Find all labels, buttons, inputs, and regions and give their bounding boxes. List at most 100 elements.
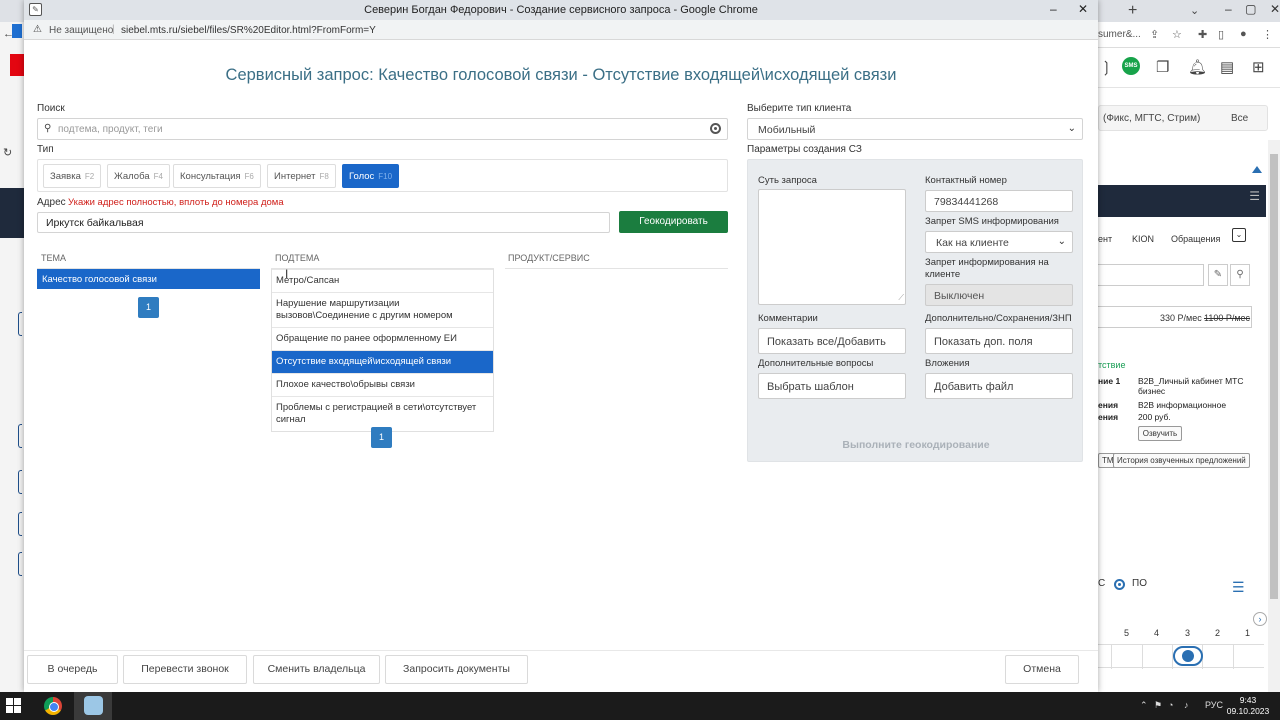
type-voice-button[interactable]: Голос F10 [342,164,400,188]
request-essence-textarea[interactable]: ⟋ [758,189,906,305]
card-icon[interactable]: ▤ [1220,58,1234,76]
left-bracket-decor [18,312,22,336]
contact-number-input[interactable]: 79834441268 [925,190,1073,212]
background-scrollbar[interactable] [1268,140,1280,692]
scrollbar-thumb[interactable] [1270,154,1278,599]
choose-template-button[interactable]: Выбрать шаблон [758,373,906,399]
kv-key: ние 1 [1098,376,1121,386]
subtopic-item[interactable]: Плохое качество\обрывы связи [272,373,493,396]
cancel-button[interactable]: Отмена [1005,655,1079,684]
list-menu-icon[interactable]: ☰ [1232,579,1245,596]
geocode-button[interactable]: Геокодировать [619,211,728,233]
refresh-icon[interactable]: ↻ [3,146,12,159]
extensions-icon[interactable]: ✚ [1198,28,1207,41]
show-extra-fields-button[interactable]: Показать доп. поля [925,328,1073,354]
grid-icon[interactable]: ⊞ [1252,58,1265,76]
tab-search-chevron-icon[interactable]: ⌄ [1190,4,1199,17]
tray-chevron-icon[interactable]: ⌃ [1140,700,1148,711]
subtopic-item[interactable]: Метро/Сапсан [272,269,493,292]
warning-icon[interactable]: ⚠ [33,24,42,35]
windows-icon[interactable]: ❐ [1156,58,1169,76]
chevron-right-icon[interactable]: › [1253,612,1267,626]
taskbar-clock[interactable]: 9:43 09.10.2023 [1224,695,1272,717]
popup-url[interactable]: siebel.mts.ru/siebel/files/SR%20Editor.h… [121,25,376,36]
page-number[interactable]: 3 [1185,628,1190,638]
add-file-button[interactable]: Добавить файл [925,373,1073,399]
tray-network-icon[interactable]: ⚑ [1154,700,1162,711]
background-filter-select[interactable]: (Фикс, МГТС, Стрим) Все [1098,105,1268,131]
tray-volume-icon[interactable]: ♪ [1184,700,1189,710]
address-input[interactable]: Иркутск байкальвая [37,212,610,233]
subtopic-item[interactable]: Нарушение маршрутизации вызовов\Соединен… [272,292,493,327]
agent-avatar-icon[interactable] [1173,646,1203,666]
hotkey-hint: F10 [378,172,393,181]
sms-ban-select[interactable]: Как на клиенте ⌄ [925,231,1073,253]
page-number[interactable]: 4 [1154,628,1159,638]
type-internet-button[interactable]: Интернет F8 [267,164,336,188]
share-icon[interactable]: ⇪ [1150,28,1159,41]
price-current: 330 Р/мес [1160,313,1202,323]
page-number[interactable]: 5 [1124,628,1129,638]
background-address-bar[interactable]: sumer&... ⇪ ☆ ✚ ▯ ● ⋮ [1098,22,1280,48]
security-label[interactable]: Не защищено [49,25,113,36]
type-complaint-button[interactable]: Жалоба F4 [107,164,170,188]
search-input[interactable]: ⚲ подтема, продукт, теги [37,118,728,140]
tab-requests[interactable]: Обращения [1171,234,1220,244]
address-label: Адрес [37,197,66,208]
clear-search-icon[interactable] [710,123,721,134]
change-owner-button[interactable]: Сменить владельца [253,655,380,684]
input-language[interactable]: РУС [1205,700,1223,710]
taskbar-chrome[interactable] [34,692,72,720]
subtopic-item-selected[interactable]: Отсутствие входящей\исходящей связи [272,350,493,373]
request-documents-button[interactable]: Запросить документы [385,655,528,684]
radio-left-label: С [1098,578,1106,589]
minimize-icon[interactable]: – [1225,2,1232,16]
queue-button[interactable]: В очередь [27,655,118,684]
tab-partial[interactable]: ент [1098,234,1112,244]
profile-icon[interactable]: ● [1240,28,1247,40]
topic-pager-button[interactable]: 1 [138,297,159,318]
close-icon[interactable]: ✕ [1078,2,1088,16]
attachments-label: Вложения [925,358,970,369]
radio-label: ПО [1132,578,1147,589]
chevron-down-icon[interactable]: ⌄ [1232,228,1246,242]
background-search-input[interactable] [1098,264,1204,286]
tab-kion[interactable]: KION [1132,234,1154,244]
speak-button[interactable]: Озвучить [1138,426,1182,441]
radio-selected[interactable] [1114,579,1125,590]
type-consultation-button[interactable]: Консультация F6 [173,164,261,188]
windows-start-icon[interactable] [6,698,22,714]
comments-show-add-button[interactable]: Показать все/Добавить [758,328,906,354]
close-icon[interactable]: ✕ [1270,2,1280,16]
collapse-triangle-icon[interactable] [1252,166,1262,173]
type-label-text: Заявка [50,171,81,182]
transfer-call-button[interactable]: Перевести звонок [123,655,247,684]
topic-item-voice-quality[interactable]: Качество голосовой связи [37,269,260,289]
page-number[interactable]: 2 [1215,628,1220,638]
subtopic-item[interactable]: Проблемы с регистрацией в сети\отсутству… [272,396,493,431]
bookmark-star-icon[interactable]: ☆ [1172,28,1182,41]
more-menu-icon[interactable]: ⋮ [1262,28,1273,41]
maximize-icon[interactable]: ▢ [1245,2,1256,16]
taskbar-app[interactable] [74,692,112,720]
background-left-strip: ← ↻ [0,22,24,692]
bell-icon[interactable]: 🔔︎ [1188,58,1207,76]
type-request-button[interactable]: Заявка F2 [43,164,102,188]
search-icon[interactable]: ⚲ [1230,264,1250,286]
tray-wifi-icon[interactable]: ◔ [1168,700,1173,710]
pencil-icon[interactable]: ✎ [1208,264,1228,286]
hamburger-icon[interactable]: ☰ [1249,189,1260,203]
sidepanel-icon[interactable]: ▯ [1218,28,1224,41]
bracket-icon[interactable]: ❳ [1100,58,1113,76]
minimize-icon[interactable]: – [1050,2,1057,16]
back-arrow-icon[interactable]: ← [3,28,14,40]
sms-icon[interactable]: SMS [1122,57,1140,75]
resize-grip-icon[interactable]: ⟋ [898,293,904,303]
sr-params-panel: Суть запроса ⟋ Контактный номер 79834441… [747,159,1083,462]
new-tab-icon[interactable]: + [1128,2,1137,20]
subtopic-pager-button[interactable]: 1 [371,427,392,448]
subtopic-item[interactable]: Обращение по ранее оформленному ЕИ [272,327,493,350]
page-number[interactable]: 1 [1245,628,1250,638]
offer-history-button[interactable]: История озвученных предложений [1113,453,1250,468]
client-type-select[interactable]: Мобильный ⌄ [747,118,1083,140]
